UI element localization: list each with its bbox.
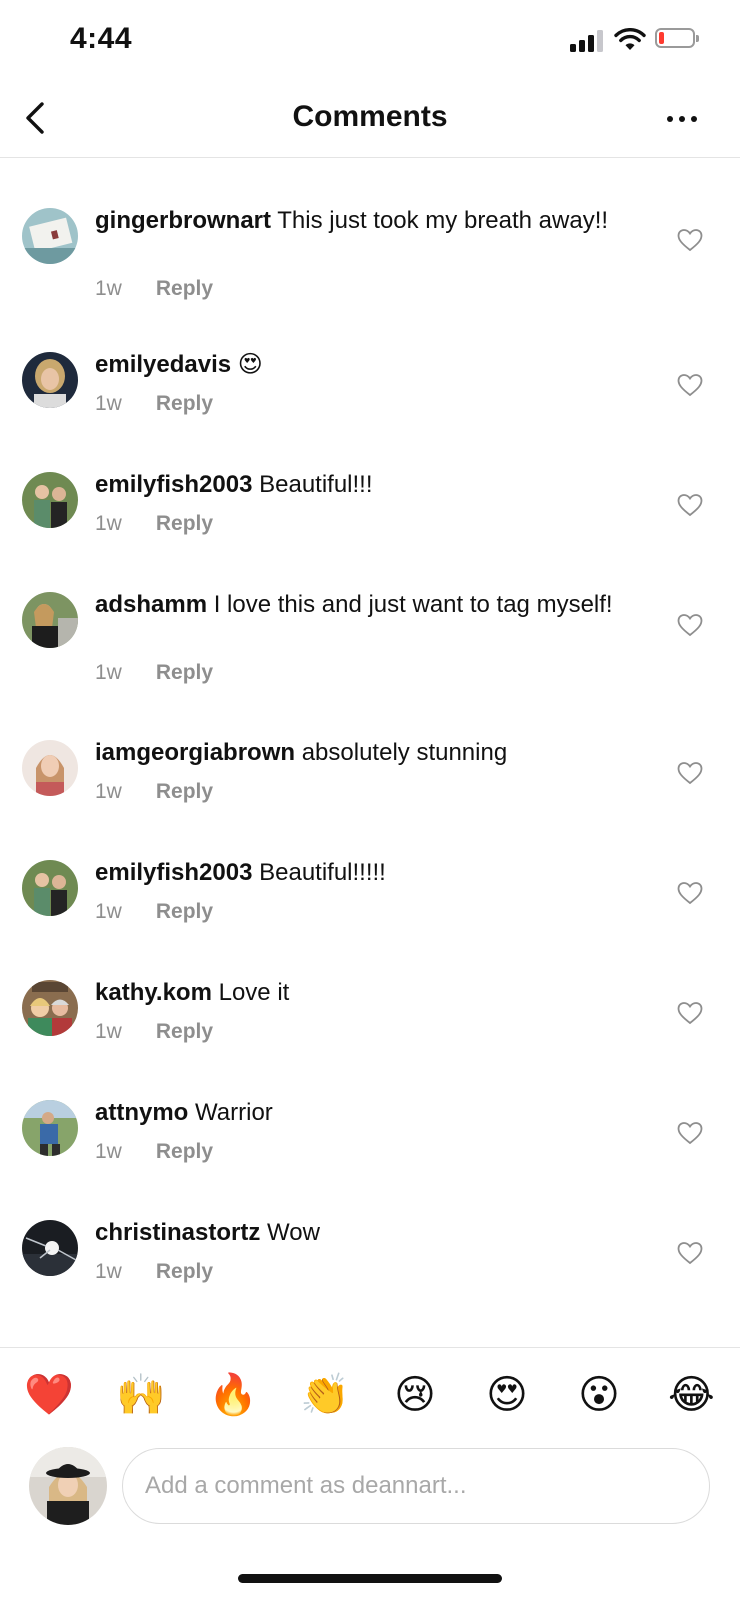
more-options-button[interactable] xyxy=(662,104,702,134)
emoji-clapping-button[interactable]: 👏 xyxy=(300,1372,350,1418)
header: Comments xyxy=(0,80,740,158)
comment-body: This just took my breath away!! xyxy=(277,207,609,234)
comment-time: 1w xyxy=(95,1020,122,1043)
like-heart-icon[interactable] xyxy=(677,228,703,252)
emoji-reaction-bar: ❤️ 🙌 🔥 👏 😢 😍 😮 😂 xyxy=(0,1347,740,1418)
avatar[interactable] xyxy=(22,592,78,648)
avatar[interactable] xyxy=(22,472,78,528)
comment-body: Beautiful!!!!! xyxy=(259,859,386,886)
comment-body: Beautiful!!! xyxy=(259,471,373,498)
reply-button[interactable]: Reply xyxy=(156,780,213,803)
comment-meta: 1w Reply xyxy=(95,661,213,685)
comment-text: emilyfish2003 Beautiful!!! xyxy=(95,470,615,499)
comment-meta: 1w Reply xyxy=(95,1260,213,1284)
comment-meta: 1w Reply xyxy=(95,1020,213,1044)
comment-text: iamgeorgiabrown absolutely stunning xyxy=(95,738,615,767)
comment-input[interactable] xyxy=(122,1448,710,1524)
avatar[interactable] xyxy=(22,980,78,1036)
comment-time: 1w xyxy=(95,1140,122,1163)
reply-button[interactable]: Reply xyxy=(156,1020,213,1043)
comment-body: Love it xyxy=(218,979,290,1006)
status-time: 4:44 xyxy=(70,22,133,55)
comment-text: emilyfish2003 Beautiful!!!!! xyxy=(95,858,615,887)
comment-username[interactable]: emilyedavis xyxy=(95,351,231,378)
reply-button[interactable]: Reply xyxy=(156,392,213,415)
comment-body: I love this and just want to tag myself! xyxy=(213,591,613,618)
comment-time: 1w xyxy=(95,900,122,923)
comment-time: 1w xyxy=(95,512,122,535)
emoji-crying-button[interactable]: 😢 xyxy=(392,1372,438,1418)
emoji-raised-hands-button[interactable]: 🙌 xyxy=(116,1372,166,1418)
reply-button[interactable]: Reply xyxy=(156,512,213,535)
reply-button[interactable]: Reply xyxy=(156,1260,213,1283)
comment-meta: 1w Reply xyxy=(95,780,213,804)
comment-text: christinastortz Wow xyxy=(95,1218,615,1247)
comment-meta: 1w Reply xyxy=(95,900,213,924)
current-user-avatar xyxy=(29,1447,107,1525)
comment-time: 1w xyxy=(95,1260,122,1283)
comment-text: emilyedavis 😍 xyxy=(95,350,615,379)
reply-button[interactable]: Reply xyxy=(156,1140,213,1163)
reply-button[interactable]: Reply xyxy=(156,900,213,923)
comment-text: adshamm I love this and just want to tag… xyxy=(95,590,615,619)
comment-username[interactable]: gingerbrownart xyxy=(95,207,271,234)
cellular-signal-icon xyxy=(570,30,604,52)
comment-username[interactable]: attnymo xyxy=(95,1099,188,1126)
comments-screen: 4:44 Comments gingerbrownart This just t… xyxy=(0,0,740,1602)
comment-meta: 1w Reply xyxy=(95,512,213,536)
avatar[interactable] xyxy=(22,1100,78,1156)
reply-button[interactable]: Reply xyxy=(156,661,213,684)
like-heart-icon[interactable] xyxy=(677,1001,703,1025)
avatar[interactable] xyxy=(22,1220,78,1276)
comment-meta: 1w Reply xyxy=(95,1140,213,1164)
avatar[interactable] xyxy=(22,860,78,916)
comment-username[interactable]: adshamm xyxy=(95,591,207,618)
comment-text: attnymo Warrior xyxy=(95,1098,615,1127)
comment-text: kathy.kom Love it xyxy=(95,978,615,1007)
comment-meta: 1w Reply xyxy=(95,277,213,301)
like-heart-icon[interactable] xyxy=(677,493,703,517)
comment-username[interactable]: iamgeorgiabrown xyxy=(95,739,295,766)
comment-meta: 1w Reply xyxy=(95,392,213,416)
emoji-fire-button[interactable]: 🔥 xyxy=(208,1372,258,1418)
like-heart-icon[interactable] xyxy=(677,761,703,785)
comment-username[interactable]: emilyfish2003 xyxy=(95,859,252,886)
battery-icon xyxy=(655,28,699,50)
like-heart-icon[interactable] xyxy=(677,613,703,637)
comment-body: absolutely stunning xyxy=(301,739,508,766)
home-indicator[interactable] xyxy=(238,1574,502,1583)
comment-text: gingerbrownart This just took my breath … xyxy=(95,206,615,235)
comment-body: Wow xyxy=(267,1219,320,1246)
emoji-surprised-button[interactable]: 😮 xyxy=(576,1372,622,1418)
like-heart-icon[interactable] xyxy=(677,1121,703,1145)
emoji-laughing-button[interactable]: 😂 xyxy=(668,1372,715,1418)
avatar[interactable] xyxy=(22,740,78,796)
comment-time: 1w xyxy=(95,392,122,415)
comment-time: 1w xyxy=(95,780,122,803)
page-title: Comments xyxy=(292,100,448,133)
comment-username[interactable]: christinastortz xyxy=(95,1219,260,1246)
like-heart-icon[interactable] xyxy=(677,881,703,905)
like-heart-icon[interactable] xyxy=(677,1241,703,1265)
avatar[interactable] xyxy=(22,208,78,264)
comment-username[interactable]: kathy.kom xyxy=(95,979,212,1006)
status-bar: 4:44 xyxy=(0,0,740,80)
like-heart-icon[interactable] xyxy=(677,373,703,397)
wifi-icon xyxy=(614,28,646,50)
comment-body: Warrior xyxy=(195,1099,273,1126)
comment-username[interactable]: emilyfish2003 xyxy=(95,471,252,498)
comment-time: 1w xyxy=(95,661,122,684)
comment-body: 😍 xyxy=(237,351,263,378)
comment-time: 1w xyxy=(95,277,122,300)
reply-button[interactable]: Reply xyxy=(156,277,213,300)
avatar[interactable] xyxy=(22,352,78,408)
emoji-heart-button[interactable]: ❤️ xyxy=(24,1372,74,1418)
emoji-heart-eyes-button[interactable]: 😍 xyxy=(484,1372,530,1418)
